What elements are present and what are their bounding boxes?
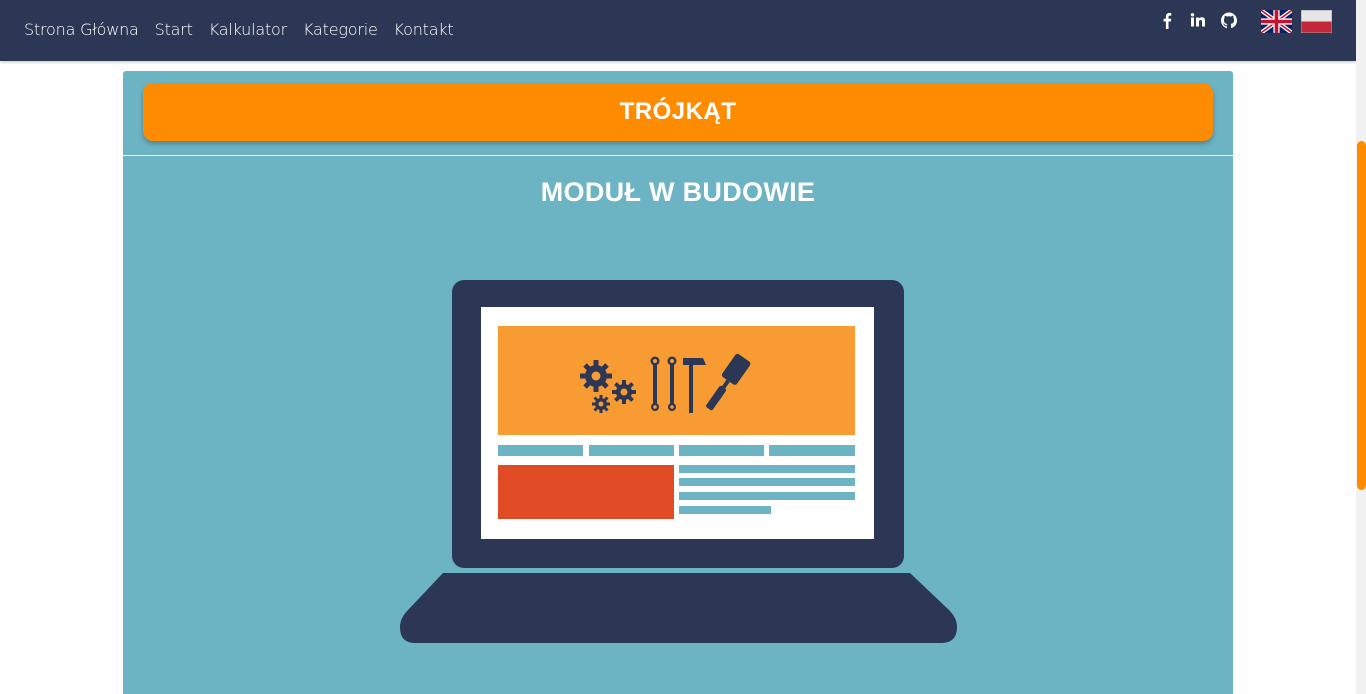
github-icon[interactable]	[1221, 10, 1237, 30]
nav-link-categories[interactable]: Kategorie	[303, 20, 378, 39]
scrollbar-thumb[interactable]	[1357, 141, 1366, 490]
nav-link-start[interactable]: Start	[155, 20, 193, 39]
nav-link-contact[interactable]: Kontakt	[394, 20, 454, 39]
nav-link-home[interactable]: Strona Główna	[24, 20, 139, 39]
linkedin-icon[interactable]	[1190, 10, 1206, 30]
facebook-icon[interactable]	[1159, 10, 1175, 30]
content-panel: TRÓJKĄT MODUŁ W BUDOWIE	[123, 71, 1233, 694]
nav-right-group	[1159, 8, 1333, 35]
nav-links: Strona Główna Start Kalkulator Kategorie…	[24, 0, 469, 58]
top-navbar: Strona Główna Start Kalkulator Kategorie…	[0, 0, 1356, 61]
page-scrollbar[interactable]	[1356, 0, 1366, 694]
nav-link-calculator[interactable]: Kalkulator	[209, 20, 287, 39]
laptop-under-construction-illustration	[400, 280, 957, 643]
uk-flag-icon[interactable]	[1259, 8, 1294, 35]
poland-flag-icon[interactable]	[1300, 9, 1333, 34]
